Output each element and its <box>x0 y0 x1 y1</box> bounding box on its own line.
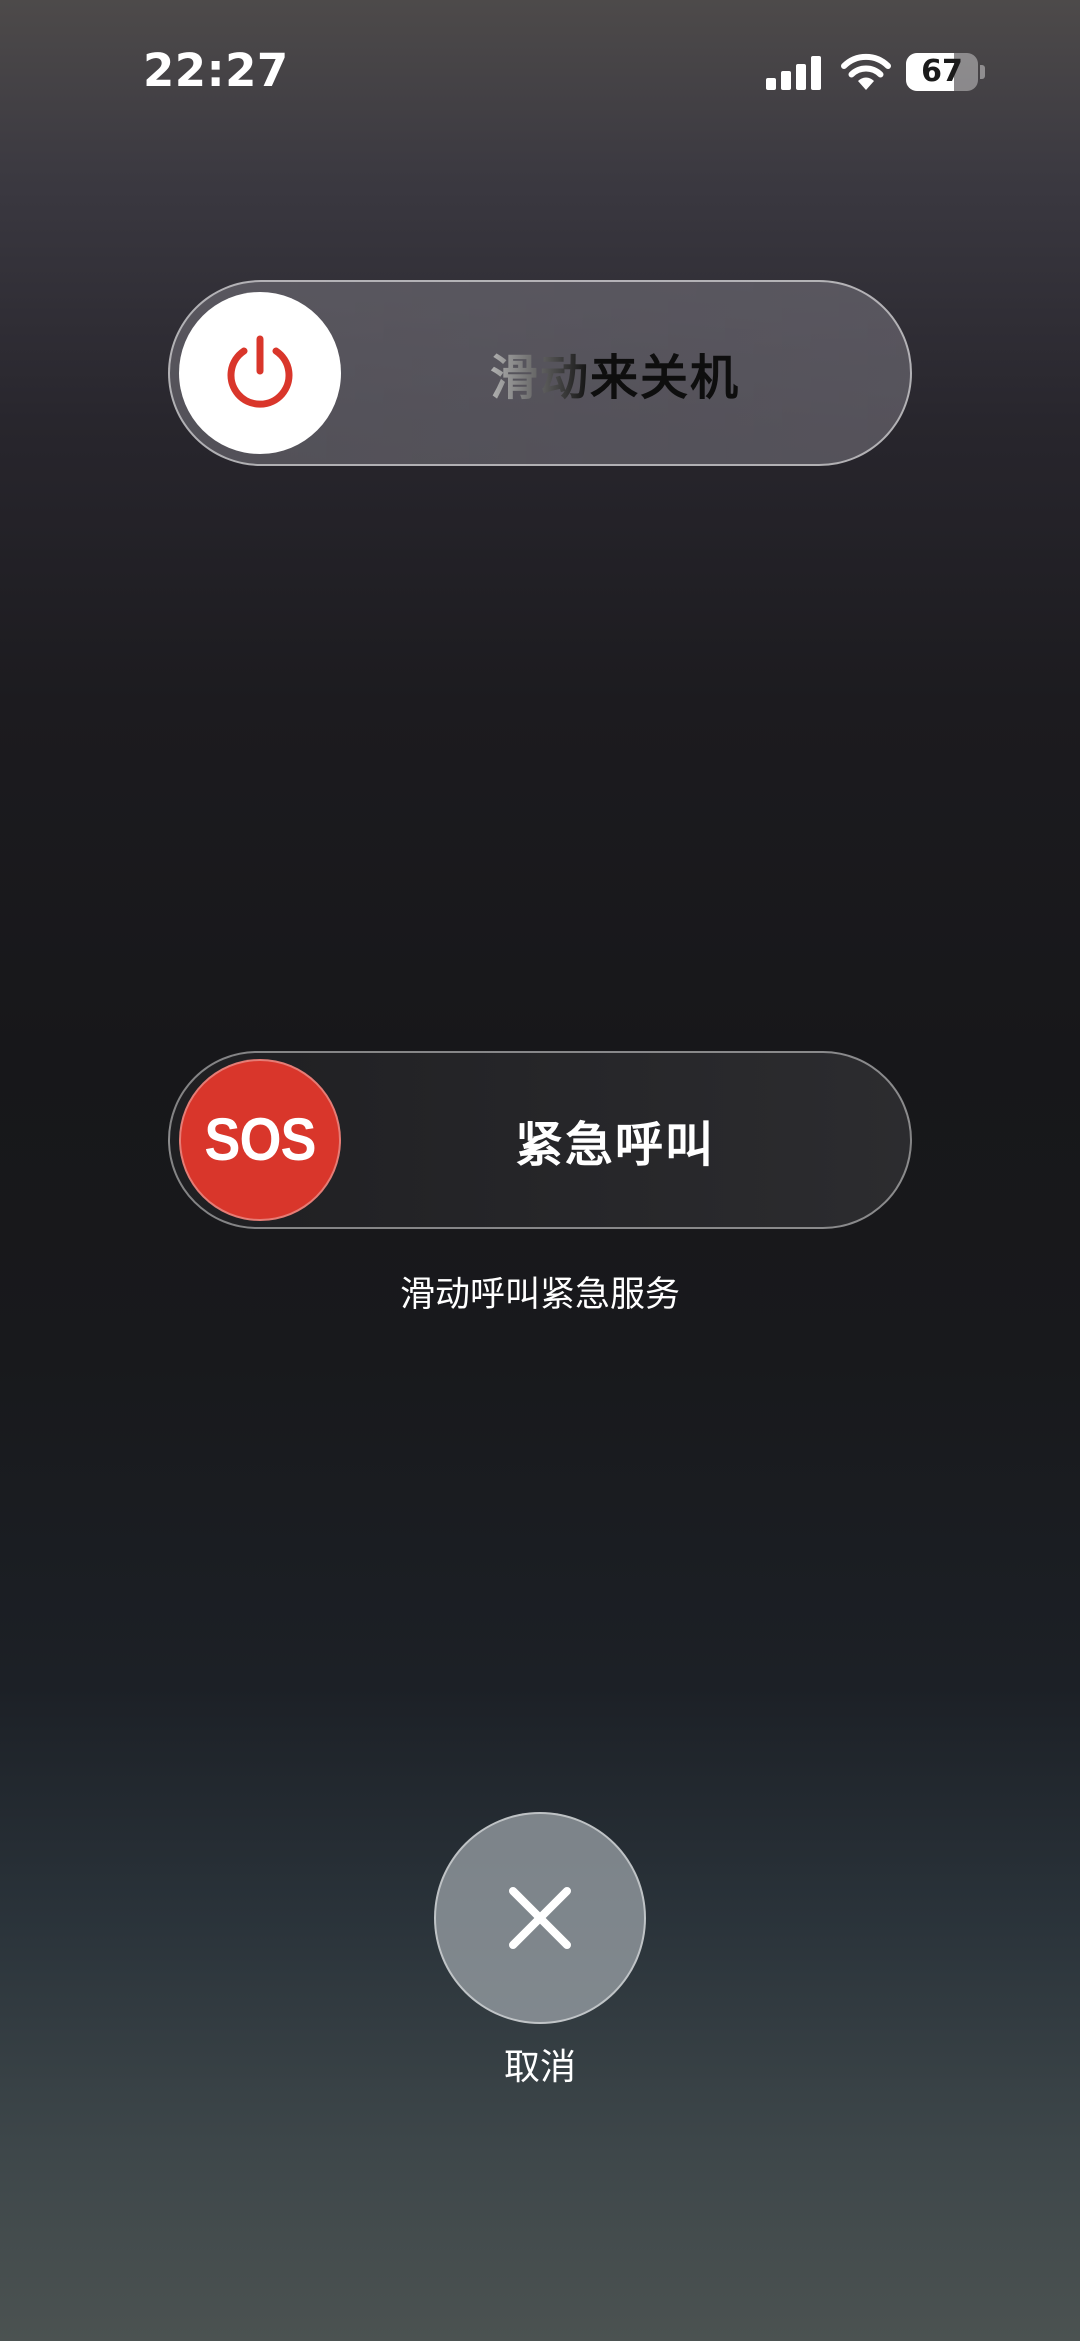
cancel-button[interactable] <box>434 1812 646 2024</box>
sos-hint-text: 滑动呼叫紧急服务 <box>399 1275 680 1315</box>
battery-body: 67 <box>906 53 978 91</box>
wifi-icon <box>840 52 892 92</box>
battery-icon: 67 <box>906 53 985 91</box>
sos-knob-text: SOS <box>204 1106 316 1173</box>
battery-percent: 67 <box>921 54 963 89</box>
power-off-label: 滑动来关机 <box>320 282 910 464</box>
power-off-slider[interactable]: 滑动来关机 <box>168 280 912 466</box>
close-icon <box>509 1887 571 1949</box>
sos-knob[interactable]: SOS <box>179 1059 341 1221</box>
cancel-label: 取消 <box>503 2047 576 2088</box>
power-icon <box>227 335 293 408</box>
emergency-sos-slider[interactable]: SOS 紧急呼叫 <box>168 1051 912 1229</box>
status-time: 22:27 <box>143 44 289 97</box>
emergency-call-label: 紧急呼叫 <box>514 1117 715 1173</box>
status-bar: 22:27 67 <box>0 0 1080 145</box>
cellular-signal-icon <box>766 56 822 90</box>
battery-tip <box>980 65 985 79</box>
power-off-knob[interactable] <box>179 292 341 454</box>
